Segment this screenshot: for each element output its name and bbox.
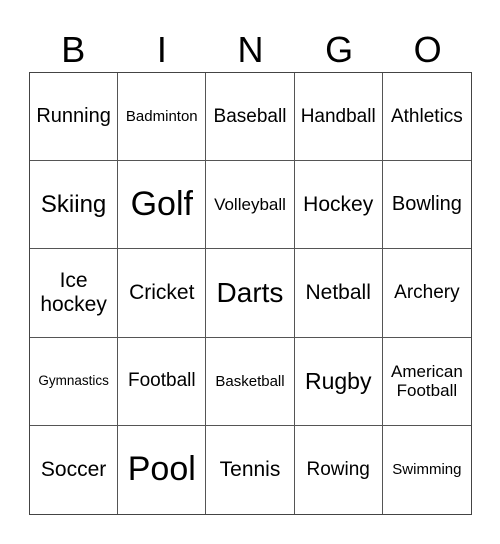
bingo-cell[interactable]: Bowling xyxy=(382,161,471,250)
bingo-cell[interactable]: Athletics xyxy=(382,73,471,162)
bingo-cell[interactable]: Netball xyxy=(294,249,383,338)
bingo-cell[interactable]: Volleyball xyxy=(206,161,295,250)
bingo-cell[interactable]: American Football xyxy=(382,338,471,426)
header-letter-i: I xyxy=(156,29,167,70)
bingo-cell[interactable]: Gymnastics xyxy=(30,337,119,426)
bingo-cell[interactable]: Archery xyxy=(382,249,471,338)
header-letter-n: N xyxy=(237,29,264,70)
bingo-cell[interactable]: Ice hockey xyxy=(30,249,119,338)
bingo-cell[interactable]: Handball xyxy=(294,73,383,162)
bingo-cell[interactable]: Rugby xyxy=(294,337,383,426)
bingo-cell[interactable]: Football xyxy=(118,337,207,426)
bingo-header: B I N G O xyxy=(29,28,472,72)
bingo-grid: Running Badminton Baseball Handball Athl… xyxy=(29,72,472,515)
bingo-cell[interactable]: Hockey xyxy=(294,161,383,250)
header-letter-g: G xyxy=(325,29,354,70)
bingo-cell[interactable]: Rowing xyxy=(295,425,383,514)
bingo-cell[interactable]: Tennis xyxy=(206,425,295,514)
bingo-cell[interactable]: Badminton xyxy=(118,73,207,162)
bingo-cell[interactable]: Cricket xyxy=(118,249,207,338)
header-letter-o: O xyxy=(413,29,442,70)
header-letter-b: B xyxy=(61,29,86,70)
bingo-cell[interactable]: Pool xyxy=(118,425,207,514)
bingo-cell[interactable]: Skiing xyxy=(30,161,119,250)
bingo-cell[interactable]: Darts xyxy=(206,249,295,338)
bingo-cell[interactable]: Basketball xyxy=(206,337,295,426)
bingo-cell[interactable]: Swimming xyxy=(383,426,471,514)
bingo-cell[interactable]: Running xyxy=(30,73,119,162)
bingo-cell[interactable]: Baseball xyxy=(206,73,295,162)
bingo-cell[interactable]: Soccer xyxy=(30,425,119,514)
bingo-cell[interactable]: Golf xyxy=(118,161,207,250)
